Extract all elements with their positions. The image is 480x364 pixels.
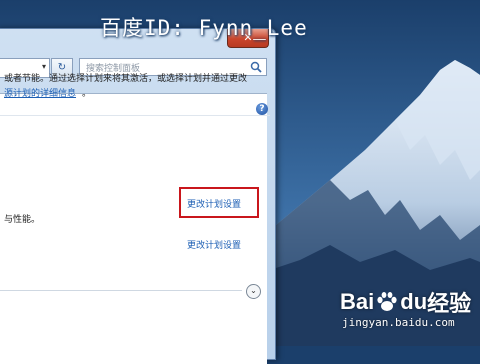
plan-description: 与性能。 <box>4 215 41 225</box>
expand-icon[interactable]: ⌄ <box>246 284 261 299</box>
content-pane: ? <box>0 93 268 364</box>
divider <box>0 290 242 291</box>
baidu-jingyan-logo: Bai du 经验 jingyan.baidu.com <box>340 286 471 329</box>
logo-text-mid: du <box>400 289 428 314</box>
divider <box>0 115 270 116</box>
highlight-box <box>179 187 259 218</box>
logo-url: jingyan.baidu.com <box>342 316 455 329</box>
logo-text-left: Bai <box>340 289 375 314</box>
description-text-tail: 。 <box>82 89 92 99</box>
change-plan-settings-link[interactable]: 更改计划设置 <box>187 238 241 251</box>
search-icon[interactable] <box>250 61 262 73</box>
logo-text-right: 经验 <box>427 291 472 316</box>
watermark-text: 百度ID: Fynn_Lee <box>100 16 308 40</box>
description-text: 或者节能。通过选择计划来将其激活，或选择计划并通过更改 <box>4 74 248 84</box>
plan-details-link[interactable]: 源计划的详细信息 <box>4 86 76 99</box>
paw-icon <box>377 292 397 311</box>
help-icon[interactable]: ? <box>256 103 268 115</box>
chevron-down-icon[interactable]: ▾ <box>42 62 46 71</box>
